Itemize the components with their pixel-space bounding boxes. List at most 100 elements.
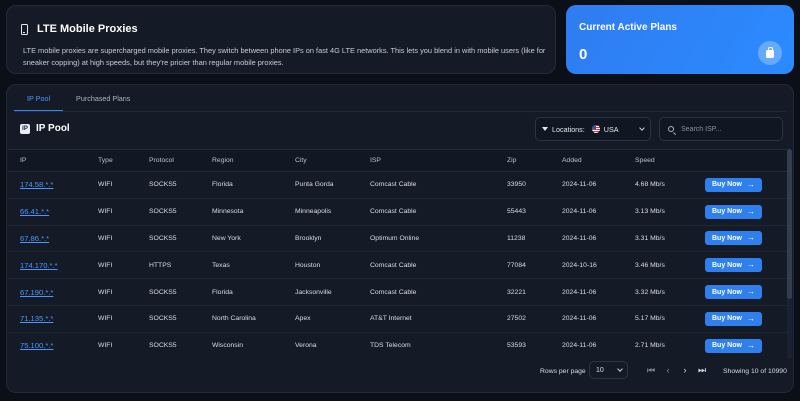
ip-badge-icon: IP — [20, 123, 30, 134]
next-page-icon[interactable]: › — [681, 365, 689, 376]
pool-header: IP IP Pool — [20, 123, 70, 134]
ip-link[interactable]: 67.190.*.* — [20, 288, 53, 297]
ip-link[interactable]: 67.86.*.* — [20, 234, 49, 243]
col-region: Region — [200, 149, 283, 172]
cell-speed: 5.17 Mb/s — [623, 305, 693, 333]
buy-now-label: Buy Now — [712, 315, 742, 323]
cell-region: Texas — [200, 251, 283, 280]
cell-protocol: HTTPS — [137, 251, 200, 280]
arrow-right-icon: → — [746, 179, 755, 189]
pool-title: IP Pool — [36, 123, 70, 134]
buy-now-label: Buy Now — [712, 208, 742, 216]
cell-added: 2024-11-06 — [550, 305, 623, 333]
cell-region: New York — [200, 225, 283, 253]
cell-isp: Comcast Cable — [358, 198, 495, 226]
chevron-down-icon — [639, 124, 645, 131]
location-label: Locations: — [552, 124, 585, 134]
cell-ip: 75.100.*.* — [8, 332, 86, 359]
chevron-down-icon — [617, 365, 623, 372]
cell-isp: TDS Telecom — [358, 332, 495, 359]
info-card: LTE Mobile Proxies LTE mobile proxies ar… — [6, 5, 556, 74]
cell-isp: Comcast Cable — [358, 251, 495, 280]
last-page-icon[interactable]: ⏭ — [698, 365, 706, 376]
location-filter[interactable]: Locations: USA — [535, 117, 651, 141]
scrollbar-thumb[interactable] — [787, 149, 792, 299]
cell-region: Florida — [200, 171, 283, 199]
cell-zip: 77084 — [495, 251, 550, 280]
buy-now-button[interactable]: Buy Now → — [705, 231, 762, 246]
cell-type: WIFI — [86, 225, 137, 253]
cell-city: Punta Gorda — [283, 171, 358, 199]
cell-ip: 66.41.*.* — [8, 198, 86, 226]
tab-purchased-plans[interactable]: Purchased Plans — [63, 85, 143, 111]
cell-zip: 32221 — [495, 278, 550, 306]
cell-protocol: SOCKS5 — [137, 278, 200, 306]
table-row: 67.86.*.* WIFI SOCKS5 New York Brooklyn Optim… — [8, 225, 787, 253]
buy-now-label: Buy Now — [712, 288, 742, 296]
cell-region: Florida — [200, 278, 283, 306]
cell-action: Buy Now → — [693, 251, 787, 280]
cell-type: WIFI — [86, 171, 137, 199]
table-row: 174.58.*.* WIFI SOCKS5 Florida Punta Gorda Co… — [8, 171, 787, 199]
table-row: 75.100.*.* WIFI SOCKS5 Wisconsin Verona TDS T… — [8, 332, 787, 359]
cell-speed: 3.46 Mb/s — [623, 251, 693, 280]
cell-city: Jacksonville — [283, 278, 358, 306]
buy-now-label: Buy Now — [712, 234, 742, 242]
ip-link[interactable]: 66.41.*.* — [20, 207, 49, 216]
arrow-right-icon: → — [746, 313, 755, 323]
buy-now-button[interactable]: Buy Now → — [705, 338, 762, 353]
cell-isp: Comcast Cable — [358, 171, 495, 199]
first-page-icon[interactable]: ⏮ — [647, 365, 655, 376]
rows-per-page-select[interactable]: 10 — [589, 361, 628, 379]
ip-link[interactable]: 71.135.*.* — [20, 314, 53, 323]
us-flag-icon — [591, 125, 600, 133]
rows-per-page-label: Rows per page — [540, 368, 586, 375]
showing-count: Showing 10 of 10990 — [723, 368, 787, 375]
tab-ip-pool[interactable]: IP Pool — [14, 85, 64, 111]
cell-region: Minnesota — [200, 198, 283, 226]
buy-now-button[interactable]: Buy Now → — [705, 258, 762, 273]
active-plans-card: Current Active Plans 0 — [566, 5, 794, 74]
cell-ip: 174.58.*.* — [8, 171, 86, 199]
col-protocol: Protocol — [137, 149, 200, 172]
isp-search-input[interactable] — [681, 125, 771, 133]
cell-added: 2024-11-06 — [550, 332, 623, 359]
isp-search-box[interactable] — [659, 117, 783, 141]
cell-city: Brooklyn — [283, 225, 358, 253]
col-city: City — [283, 149, 358, 172]
buy-now-button[interactable]: Buy Now → — [705, 177, 762, 192]
cell-city: Verona — [283, 332, 358, 359]
cell-added: 2024-11-06 — [550, 198, 623, 226]
info-description: LTE mobile proxies are supercharged mobi… — [23, 46, 546, 68]
cell-type: WIFI — [86, 305, 137, 333]
table-scrollbar[interactable] — [787, 149, 792, 359]
buy-now-button[interactable]: Buy Now → — [705, 311, 762, 326]
cell-action: Buy Now → — [693, 332, 787, 359]
col-isp: ISP — [358, 149, 495, 172]
cell-type: WIFI — [86, 332, 137, 359]
cell-protocol: SOCKS5 — [137, 171, 200, 199]
buy-now-label: Buy Now — [712, 342, 742, 350]
table-row: 71.135.*.* WIFI SOCKS5 North Carolina Apex AT… — [8, 305, 787, 333]
cell-ip: 174.170.*.* — [8, 251, 86, 280]
cell-added: 2024-11-06 — [550, 278, 623, 306]
cell-region: Wisconsin — [200, 332, 283, 359]
pagination: ⏮ ‹ › ⏭ — [647, 365, 706, 376]
prev-page-icon[interactable]: ‹ — [664, 365, 672, 376]
tabs-divider — [14, 111, 786, 112]
col-zip: Zip — [495, 149, 550, 172]
info-title: LTE Mobile Proxies — [37, 23, 138, 35]
cell-speed: 2.71 Mb/s — [623, 332, 693, 359]
ip-link[interactable]: 75.100.*.* — [20, 341, 53, 350]
buy-now-button[interactable]: Buy Now → — [705, 285, 762, 300]
cell-protocol: SOCKS5 — [137, 225, 200, 253]
cell-city: Apex — [283, 305, 358, 333]
ip-link[interactable]: 174.58.*.* — [20, 180, 53, 189]
search-icon — [668, 126, 674, 132]
cell-protocol: SOCKS5 — [137, 305, 200, 333]
buy-now-label: Buy Now — [712, 261, 742, 269]
cell-action: Buy Now → — [693, 225, 787, 253]
cell-ip: 71.135.*.* — [8, 305, 86, 333]
buy-now-button[interactable]: Buy Now → — [705, 204, 762, 219]
ip-link[interactable]: 174.170.*.* — [20, 261, 58, 270]
